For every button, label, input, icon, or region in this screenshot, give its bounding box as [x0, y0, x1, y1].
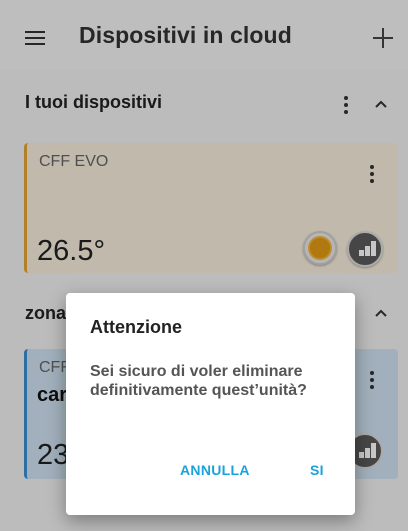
cancel-button[interactable]: ANNULLA [180, 462, 250, 478]
confirm-button[interactable]: SI [310, 462, 324, 478]
dialog-title: Attenzione [90, 317, 182, 337]
app-screen: Dispositivi in cloud I tuoi dispositivi … [0, 0, 408, 531]
dialog-message: Sei sicuro di voler eliminare definitiva… [90, 363, 307, 399]
confirm-delete-dialog: Attenzione Sei sicuro di voler eliminare… [66, 293, 355, 515]
